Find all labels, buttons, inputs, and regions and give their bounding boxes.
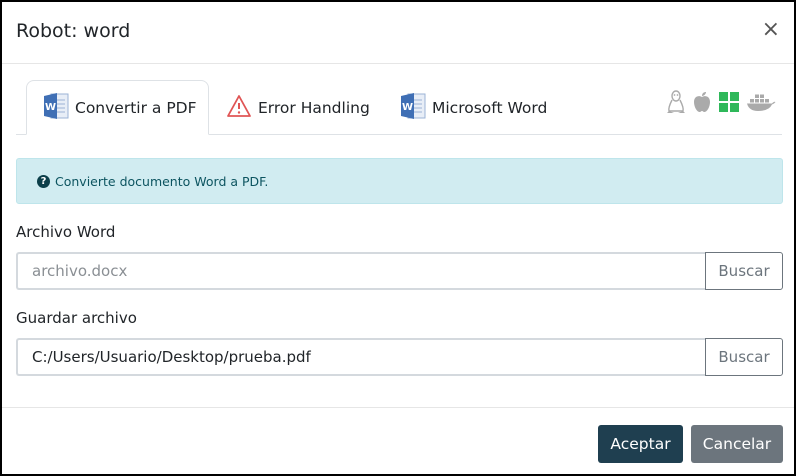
- tab-label: Convertir a PDF: [75, 98, 197, 117]
- buscar-guardar-archivo-button[interactable]: Buscar: [705, 338, 783, 376]
- word-icon: W: [400, 91, 426, 125]
- windows-icon: [718, 91, 740, 117]
- archivo-word-label: Archivo Word: [16, 223, 116, 241]
- footer-divider: [2, 407, 794, 408]
- cancelar-button[interactable]: Cancelar: [691, 425, 783, 463]
- buscar-archivo-word-button[interactable]: Buscar: [705, 252, 783, 290]
- aceptar-button[interactable]: Aceptar: [598, 425, 683, 463]
- word-icon: W: [43, 91, 69, 125]
- tab-label: Microsoft Word: [432, 98, 548, 117]
- tab-convertir-a-pdf[interactable]: W Convertir a PDF: [26, 80, 209, 135]
- svg-text:W: W: [402, 102, 413, 113]
- docker-icon: [746, 91, 776, 117]
- tab-label: Error Handling: [258, 98, 370, 117]
- info-text: Convierte documento Word a PDF.: [55, 173, 269, 189]
- svg-text:W: W: [45, 102, 56, 113]
- question-circle-icon: ?: [37, 174, 50, 188]
- apple-icon: [692, 91, 712, 117]
- os-compatibility: [666, 90, 776, 118]
- warning-icon: [226, 94, 252, 122]
- guardar-archivo-label: Guardar archivo: [16, 309, 137, 327]
- dialog-title: Robot: word: [16, 20, 131, 42]
- linux-icon: [666, 90, 686, 118]
- archivo-word-input[interactable]: archivo.docx: [16, 252, 705, 290]
- tab-microsoft-word[interactable]: W Microsoft Word: [400, 80, 570, 135]
- guardar-archivo-input[interactable]: C:/Users/Usuario/Desktop/prueba.pdf: [16, 338, 705, 376]
- guardar-archivo-group: C:/Users/Usuario/Desktop/prueba.pdf Busc…: [16, 338, 783, 376]
- tab-error-handling[interactable]: Error Handling: [226, 80, 391, 135]
- archivo-word-group: archivo.docx Buscar: [16, 252, 783, 290]
- close-button[interactable]: ×: [762, 18, 780, 42]
- robot-dialog: Robot: word × W Convertir a PDF Error Ha…: [0, 0, 796, 476]
- info-alert: ? Convierte documento Word a PDF.: [16, 158, 783, 204]
- dialog-header: Robot: word ×: [2, 2, 794, 64]
